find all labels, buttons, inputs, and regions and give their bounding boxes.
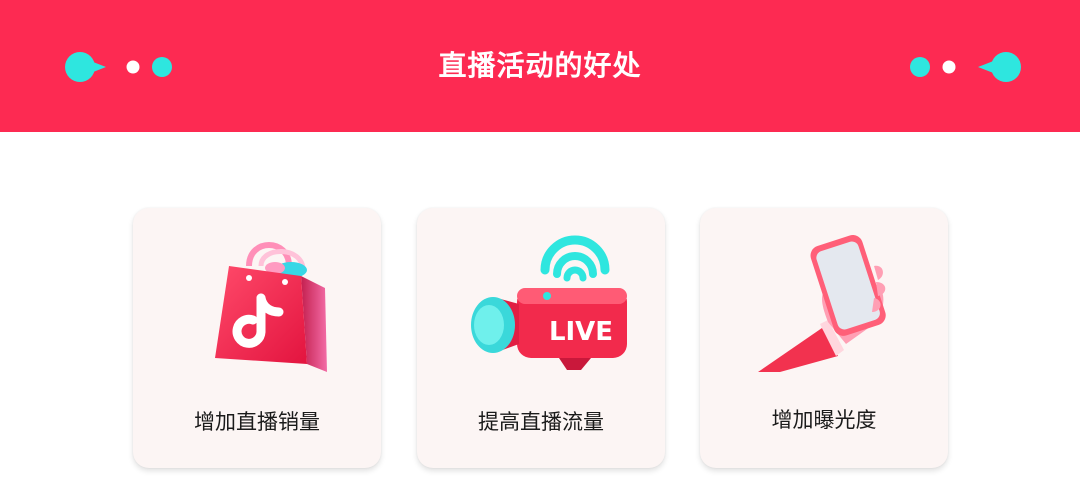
card-label: 增加曝光度 <box>771 408 877 432</box>
hand-phone-icon <box>758 235 886 372</box>
header-banner: 直播活动的好处 <box>0 0 1080 132</box>
shopping-bag-icon <box>215 242 327 372</box>
live-badge: LIVE <box>549 317 613 347</box>
card-label: 增加直播销量 <box>194 410 320 434</box>
benefit-card-sales: 增加直播销量 <box>133 208 381 468</box>
card-label: 提高直播流量 <box>478 410 604 434</box>
live-camera-icon: LIVE <box>471 235 627 370</box>
benefit-card-traffic: LIVE 提高直播流量 <box>417 208 665 468</box>
benefit-card-exposure: 增加曝光度 <box>700 208 948 468</box>
speech-bubble-dots-right-icon <box>910 52 1021 82</box>
